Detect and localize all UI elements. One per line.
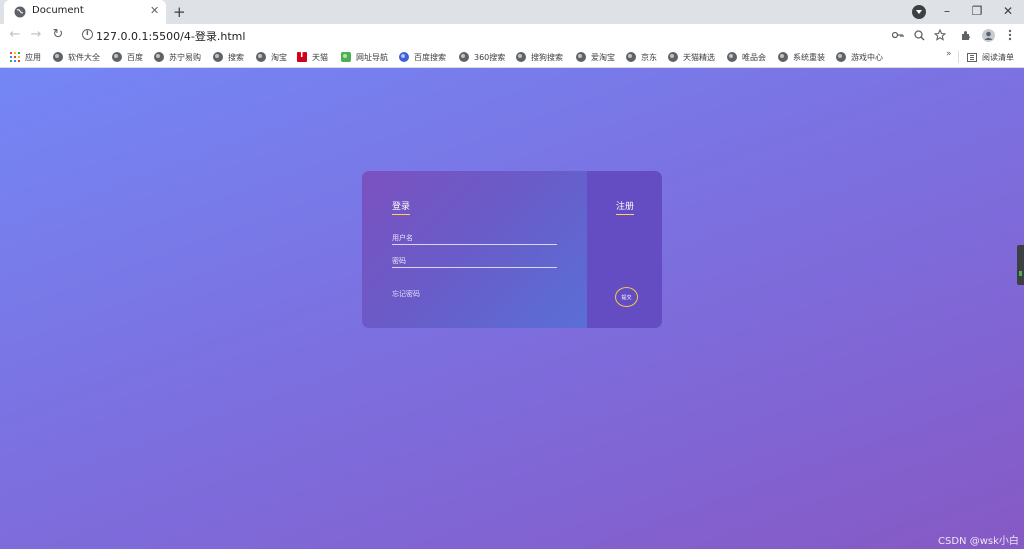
bookmark-item[interactable]: 网址导航: [341, 50, 388, 64]
login-card: 登录 用户名 密码 忘记密码 注册 提交: [362, 171, 662, 328]
zoom-icon[interactable]: [912, 28, 926, 42]
bookmark-item[interactable]: 360搜索: [459, 50, 505, 64]
bookmark-label: 天猫精选: [683, 52, 715, 62]
bookmark-item[interactable]: 游戏中心: [836, 50, 883, 64]
side-panel-handle[interactable]: [1017, 245, 1024, 285]
bookmark-label: 百度: [127, 52, 143, 62]
globe-icon: [836, 52, 846, 62]
bookmark-item[interactable]: 搜索: [213, 50, 244, 64]
page-viewport: 登录 用户名 密码 忘记密码 注册 提交 CSDN @wsk小白: [0, 68, 1024, 549]
bookmark-label: 淘宝: [271, 52, 287, 62]
key-icon[interactable]: [891, 28, 905, 42]
tab-search-icon[interactable]: [912, 5, 926, 19]
bookmark-label: 京东: [641, 52, 657, 62]
bookmark-item[interactable]: 苏宁易购: [154, 50, 201, 64]
globe-icon: [53, 52, 63, 62]
password-input[interactable]: 密码: [392, 256, 557, 268]
bookmark-label: 天猫: [312, 52, 328, 62]
login-tab[interactable]: 登录: [392, 202, 411, 215]
bookmark-label: 游戏中心: [851, 52, 883, 62]
globe-icon: [112, 52, 122, 62]
bookmark-item[interactable]: 天猫精选: [668, 50, 715, 64]
tmall-icon: [297, 50, 307, 62]
login-pane: 登录 用户名 密码 忘记密码: [362, 171, 587, 328]
bookmark-item[interactable]: 淘宝: [256, 50, 287, 64]
watermark: CSDN @wsk小白: [938, 536, 1019, 547]
username-input[interactable]: 用户名: [392, 233, 557, 245]
bookmark-label: 软件大全: [68, 52, 100, 62]
bookmark-label: 系统重装: [793, 52, 825, 62]
forgot-password-link[interactable]: 忘记密码: [392, 289, 420, 299]
tab-document[interactable]: Document ✕: [4, 0, 166, 24]
bookmark-label: 应用: [25, 52, 41, 62]
globe-icon: [154, 52, 164, 62]
reading-list-label: 阅读清单: [982, 52, 1014, 62]
bookmark-label: 360搜索: [474, 52, 506, 62]
globe-icon: [778, 52, 788, 62]
bookmark-item[interactable]: 系统重装: [778, 50, 825, 64]
bookmark-item[interactable]: 搜狗搜索: [516, 50, 563, 64]
reading-list-icon: [967, 52, 977, 62]
globe-icon: [668, 52, 678, 62]
bookmark-label: 爱淘宝: [591, 52, 615, 62]
minimize-button[interactable]: –: [937, 3, 957, 19]
bookmark-item[interactable]: 爱淘宝: [576, 50, 615, 64]
tab-title: Document: [32, 5, 84, 16]
globe-icon: [256, 52, 266, 62]
bookmarks-overflow-button[interactable]: »: [946, 49, 952, 59]
signup-tab[interactable]: 注册: [616, 202, 635, 215]
forward-button[interactable]: →: [28, 27, 44, 43]
restore-button[interactable]: ❐: [967, 3, 987, 19]
bookmark-item[interactable]: 百度搜索: [399, 50, 446, 64]
globe-icon: [626, 52, 636, 62]
globe-icon: [14, 6, 26, 18]
bookmark-label: 搜狗搜索: [531, 52, 563, 62]
baidu-paw-icon: [399, 52, 409, 62]
bookmark-label: 搜索: [228, 52, 244, 62]
profile-icon[interactable]: [981, 28, 995, 42]
bookmark-label: 百度搜索: [414, 52, 446, 62]
apps-icon: [10, 52, 20, 62]
bookmark-label: 唯品会: [742, 52, 766, 62]
bookmarks-divider: [958, 51, 959, 63]
globe-icon: [459, 52, 469, 62]
globe-icon: [576, 52, 586, 62]
site-info-icon[interactable]: [82, 28, 93, 40]
globe-icon: [516, 52, 526, 62]
bookmark-item[interactable]: 京东: [626, 50, 657, 64]
extensions-icon[interactable]: [959, 28, 973, 42]
globe-icon: [727, 52, 737, 62]
tab-strip: Document ✕ + – ❐ ✕: [0, 0, 1024, 24]
bookmark-item[interactable]: 唯品会: [727, 50, 766, 64]
signup-pane: 注册 提交: [587, 171, 662, 328]
tab-close-icon[interactable]: ✕: [150, 4, 159, 18]
back-button[interactable]: ←: [7, 27, 23, 43]
username-placeholder: 用户名: [392, 234, 413, 242]
address-bar-row: ← → ↻ 127.0.0.1:5500/4-登录.html: [0, 24, 1024, 46]
url-text[interactable]: 127.0.0.1:5500/4-登录.html: [96, 28, 245, 44]
nav-site-icon: [341, 52, 351, 62]
bookmark-item[interactable]: 天猫: [297, 50, 328, 64]
star-icon[interactable]: [933, 28, 947, 42]
bookmark-item[interactable]: 百度: [112, 50, 143, 64]
bookmarks-bar: 应用 软件大全 百度 苏宁易购 搜索 淘宝 天猫 网址导航 百度搜索 360搜索…: [0, 46, 1024, 68]
omnibox[interactable]: 127.0.0.1:5500/4-登录.html: [72, 26, 876, 44]
bookmark-label: 网址导航: [356, 52, 388, 62]
close-window-button[interactable]: ✕: [998, 3, 1018, 19]
reading-list-button[interactable]: 阅读清单: [967, 50, 1014, 64]
globe-icon: [213, 52, 223, 62]
reload-button[interactable]: ↻: [50, 27, 66, 43]
menu-icon[interactable]: [1003, 28, 1017, 42]
submit-button[interactable]: 提交: [615, 287, 638, 307]
bookmark-label: 苏宁易购: [169, 52, 201, 62]
new-tab-button[interactable]: +: [173, 2, 186, 22]
password-placeholder: 密码: [392, 257, 406, 265]
bookmark-apps[interactable]: 应用: [10, 50, 41, 64]
bookmark-item[interactable]: 软件大全: [53, 50, 100, 64]
